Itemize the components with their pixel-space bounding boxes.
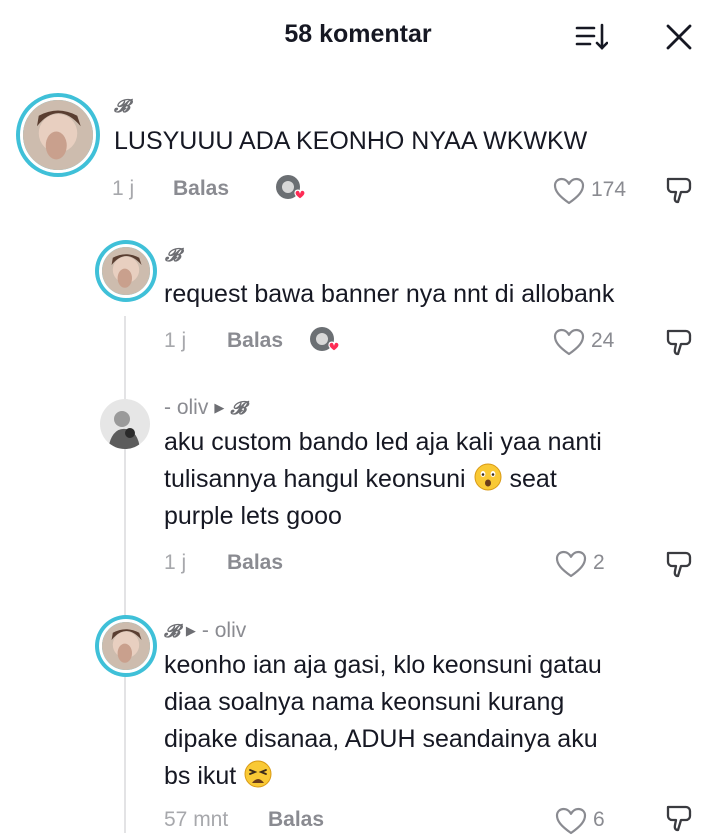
comment-time: 1 j [112, 177, 135, 200]
like-count: 174 [591, 178, 627, 201]
reply-button[interactable]: Balas [227, 329, 283, 353]
comment-text: aku custom bando led aja kali yaa nanti … [164, 428, 602, 530]
like-count: 6 [593, 808, 605, 831]
like-count: 2 [593, 551, 605, 574]
reply-button[interactable]: Balas [173, 177, 229, 201]
username[interactable]: 𝓑 [114, 94, 130, 118]
dislike-icon[interactable] [664, 327, 694, 357]
creator-liked-avatar-icon [276, 175, 306, 200]
reply-arrow-icon: ▶ [185, 623, 196, 638]
reply-button[interactable]: Balas [268, 808, 324, 832]
comments-header: 58 komentar [0, 0, 716, 72]
reply-arrow-icon: ▶ [214, 400, 225, 415]
comment-time: 57 mnt [164, 808, 229, 831]
heart-outline-icon [553, 177, 585, 205]
heart-outline-icon [555, 807, 587, 835]
face-with-open-mouth-emoji [474, 463, 502, 491]
sort-icon[interactable] [574, 20, 608, 54]
close-icon[interactable] [662, 20, 696, 54]
avatar[interactable] [95, 615, 157, 677]
creator-liked-avatar-icon [310, 327, 340, 352]
username[interactable]: 𝓑 ▶ - oliv [164, 619, 246, 643]
username[interactable]: - oliv ▶ 𝓑 [164, 396, 246, 420]
dislike-icon[interactable] [664, 175, 694, 205]
avatar[interactable] [16, 93, 100, 177]
like-button[interactable]: 24 [553, 325, 633, 359]
comment-text: request bawa banner nya nnt di allobank [164, 280, 615, 308]
like-button[interactable]: 2 [555, 547, 625, 581]
comment-time: 1 j [164, 329, 187, 352]
comment-text: keonho ian aja gasi, klo keonsuni gatau … [164, 651, 602, 790]
username[interactable]: 𝓑 [165, 243, 181, 267]
like-button[interactable]: 174 [553, 174, 633, 208]
heart-outline-icon [555, 550, 587, 578]
like-count: 24 [591, 329, 615, 352]
thread-line [124, 316, 126, 833]
avatar[interactable] [100, 399, 150, 449]
heart-outline-icon [553, 328, 585, 356]
avatar[interactable] [95, 240, 157, 302]
comment-text: LUSYUUU ADA KEONHO NYAA WKWKW [114, 127, 588, 155]
dislike-icon[interactable] [664, 803, 694, 833]
weary-face-emoji [244, 760, 272, 788]
comment-time: 1 j [164, 551, 187, 574]
reply-button[interactable]: Balas [227, 551, 283, 575]
dislike-icon[interactable] [664, 549, 694, 579]
comment-count-title: 58 komentar [284, 20, 432, 48]
